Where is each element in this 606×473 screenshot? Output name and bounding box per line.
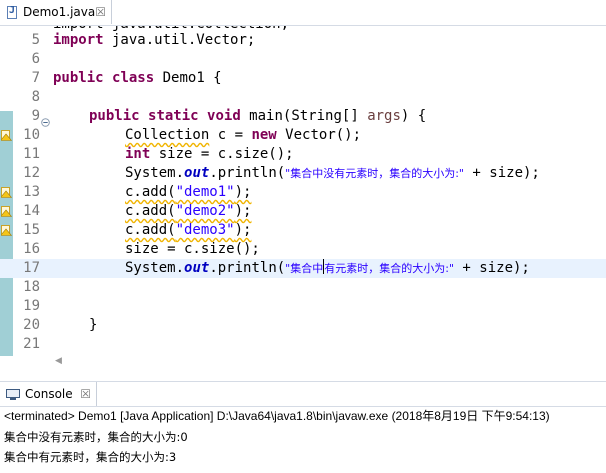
code-text: c.add("demo1"); — [125, 184, 252, 200]
console-icon — [6, 388, 20, 400]
line-number: 6 — [31, 51, 40, 67]
code-text: System.out.println("集合中没有元素时，集合的大小为:" + … — [125, 165, 540, 181]
console-tab-bar: Console ☒ — [0, 381, 606, 407]
code-text: } — [89, 317, 98, 333]
code-text: public static void main(String[] args) { — [89, 108, 427, 124]
code-line-17: 17 System.out.println("集合中有元素时，集合的大小为:" … — [0, 259, 606, 278]
code-text: int size = c.size(); — [125, 146, 294, 162]
code-text: import java.util.Vector; — [53, 32, 256, 48]
close-icon[interactable]: ☒ — [80, 387, 91, 401]
line-number: 17 — [23, 260, 40, 276]
scroll-left-icon[interactable]: ◀ — [55, 356, 62, 366]
line-number: 18 — [23, 279, 40, 295]
line-number: 8 — [31, 89, 40, 105]
line-number: 19 — [23, 298, 40, 314]
code-text: c.add("demo3"); — [125, 222, 252, 238]
line-number: 16 — [23, 241, 40, 257]
code-text: Collection c = new Vector(); — [125, 127, 362, 143]
code-text: c.add("demo2"); — [125, 203, 252, 219]
code-line-14: 14 c.add("demo2"); — [0, 202, 606, 221]
code-line-13: 13 c.add("demo1"); — [0, 183, 606, 202]
editor-tab-bar: J Demo1.java ☒ — [0, 0, 606, 26]
console-output-line: 集合中没有元素时，集合的大小为:0 — [4, 430, 188, 444]
code-editor[interactable]: import java.util.Collection; 5 import ja… — [0, 26, 606, 356]
code-line-8: 8 — [0, 88, 606, 107]
horizontal-scrollbar[interactable]: ◀ — [53, 352, 606, 370]
line-number: 13 — [23, 184, 40, 200]
line-number: 7 — [31, 70, 40, 86]
editor-tab-label: Demo1.java — [22, 5, 96, 19]
code-line-16: 16 size = c.size(); — [0, 240, 606, 259]
code-text: size = c.size(); — [125, 241, 260, 257]
line-number: 11 — [23, 146, 40, 162]
code-line-9: 9 public static void main(String[] args)… — [0, 107, 606, 127]
line-number: 5 — [31, 32, 40, 48]
line-number: 10 — [23, 127, 40, 143]
code-line-6: 6 — [0, 50, 606, 69]
code-line-20: 20 } — [0, 316, 606, 335]
line-number: 12 — [23, 165, 40, 181]
line-number: 9 — [31, 108, 40, 124]
java-file-icon: J — [6, 5, 18, 19]
code-line-12: 12 System.out.println("集合中没有元素时，集合的大小为:"… — [0, 164, 606, 183]
code-text: public class Demo1 { — [53, 70, 222, 86]
code-line-19: 19 — [0, 297, 606, 316]
line-number: 21 — [23, 336, 40, 352]
line-number: 20 — [23, 317, 40, 333]
console-tab-label: Console — [25, 387, 73, 401]
code-line-10: 10 Collection c = new Vector(); — [0, 126, 606, 145]
code-line-18: 18 — [0, 278, 606, 297]
line-number: 15 — [23, 222, 40, 238]
console-output[interactable]: 集合中没有元素时，集合的大小为:0 集合中有元素时，集合的大小为:3 — [0, 424, 606, 473]
editor-tab-demo1[interactable]: J Demo1.java ☒ — [0, 0, 112, 24]
console-status-line: <terminated> Demo1 [Java Application] D:… — [4, 409, 550, 423]
code-line-15: 15 c.add("demo3"); — [0, 221, 606, 240]
code-line-5: 5 import java.util.Vector; — [0, 31, 606, 50]
code-line-11: 11 int size = c.size(); — [0, 145, 606, 164]
code-text: System.out.println("集合中有元素时，集合的大小为:" + s… — [125, 259, 530, 276]
close-icon[interactable]: ☒ — [95, 5, 106, 19]
console-tab[interactable]: Console ☒ — [0, 382, 97, 406]
code-line-7: 7 public class Demo1 { — [0, 69, 606, 88]
line-number: 14 — [23, 203, 40, 219]
console-output-line: 集合中有元素时，集合的大小为:3 — [4, 450, 177, 464]
fold-collapse-icon[interactable] — [41, 112, 50, 127]
